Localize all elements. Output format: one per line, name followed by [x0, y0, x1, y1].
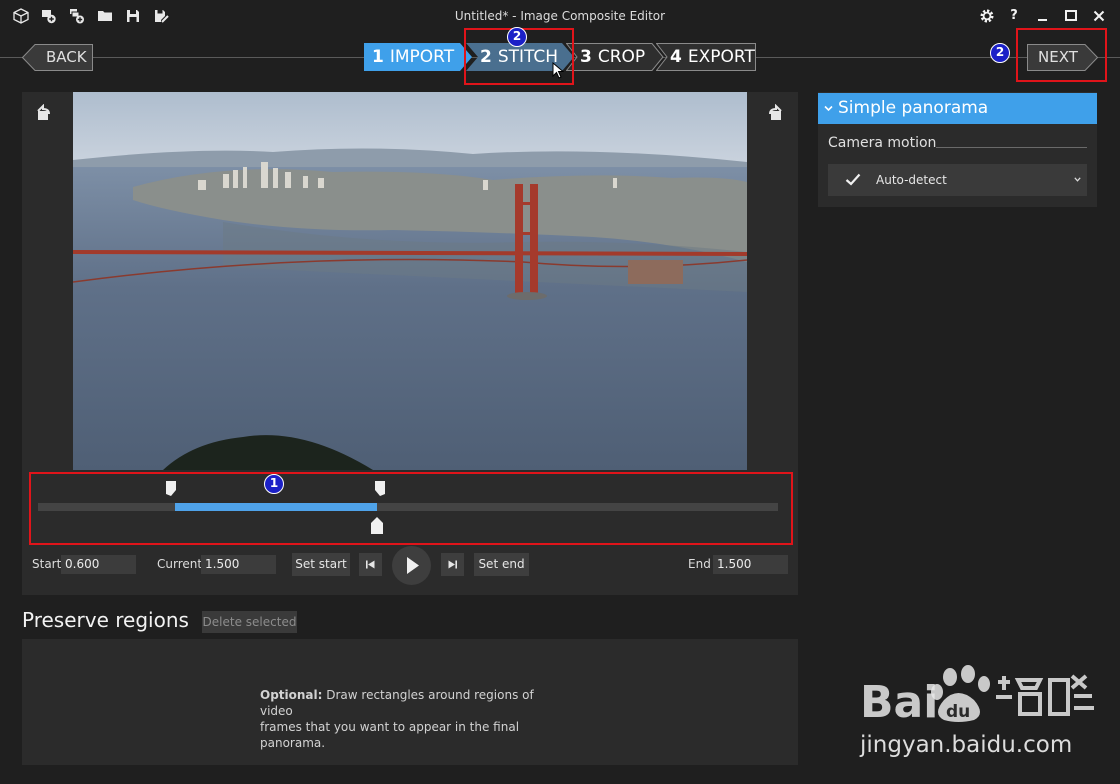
skip-to-end-icon: [448, 560, 457, 569]
play-button[interactable]: [392, 546, 431, 585]
step-import[interactable]: 1 IMPORT: [364, 43, 472, 71]
annotation-box-next: [1016, 28, 1107, 82]
set-end-button[interactable]: Set end: [474, 553, 529, 576]
camera-motion-value: Auto-detect: [876, 173, 947, 187]
minimize-icon[interactable]: [1034, 7, 1052, 25]
watermark-url: jingyan.baidu.com: [860, 732, 1073, 758]
step-import-label: IMPORT: [389, 47, 455, 67]
end-label: End: [688, 557, 711, 571]
step-crop-number: 3: [580, 47, 592, 67]
timeline-end-handle[interactable]: [375, 481, 385, 496]
skip-to-start-icon: [366, 560, 375, 569]
timeline-start-handle[interactable]: [166, 481, 176, 496]
preserve-regions-title: Preserve regions: [22, 608, 189, 632]
camera-motion-divider: [936, 147, 1087, 148]
hint-bold: Optional:: [260, 688, 323, 702]
start-input[interactable]: [61, 555, 136, 574]
rotate-left-icon[interactable]: [34, 104, 52, 122]
window-title: Untitled* - Image Composite Editor: [454, 9, 666, 23]
settings-icon[interactable]: [978, 7, 996, 25]
start-label: Start: [32, 557, 62, 571]
current-label: Current: [157, 557, 203, 571]
help-icon[interactable]: ?: [1005, 7, 1023, 25]
simple-panorama-title: Simple panorama: [838, 98, 989, 118]
annotation-badge-timeline: 1: [264, 474, 284, 494]
skip-end-button[interactable]: [441, 553, 464, 576]
maximize-icon[interactable]: [1062, 7, 1080, 25]
step-export-number: 4: [670, 47, 682, 67]
step-import-number: 1: [372, 47, 384, 67]
annotation-badge-stitch: 2: [507, 27, 527, 47]
video-frame[interactable]: [73, 92, 747, 470]
close-icon[interactable]: [1090, 7, 1108, 25]
timeline-current-marker[interactable]: [370, 517, 384, 534]
step-export-label: EXPORT: [687, 47, 755, 67]
play-icon: [407, 557, 419, 574]
end-input[interactable]: [713, 555, 788, 574]
camera-motion-label: Camera motion: [828, 135, 937, 151]
delete-selected-button[interactable]: Delete selected: [202, 611, 297, 633]
video-frame-image: [73, 92, 747, 470]
set-start-button[interactable]: Set start: [292, 553, 350, 576]
back-button[interactable]: BACK: [22, 44, 93, 71]
current-input[interactable]: [201, 555, 276, 574]
camera-motion-dropdown[interactable]: [828, 164, 1087, 196]
timeline-track[interactable]: [38, 503, 778, 511]
step-export[interactable]: 4 EXPORT: [656, 43, 756, 71]
preserve-regions-hint: Optional: Draw rectangles around regions…: [260, 687, 560, 751]
step-crop-label: CROP: [597, 47, 646, 67]
annotation-badge-next: 2: [990, 43, 1010, 63]
back-label: BACK: [46, 48, 87, 66]
hint-line2: frames that you want to appear in the fi…: [260, 720, 520, 750]
timeline-selection[interactable]: [175, 503, 377, 511]
checkmark-icon: [845, 173, 861, 186]
rotate-right-icon[interactable]: [767, 104, 785, 122]
skip-start-button[interactable]: [359, 553, 382, 576]
chevron-down-icon: [824, 105, 833, 112]
svg-text:du: du: [946, 702, 970, 722]
svg-text:Bai: Bai: [860, 677, 938, 728]
dropdown-chevron-icon: [1074, 177, 1081, 182]
step-crop[interactable]: 3 CROP: [566, 43, 664, 71]
